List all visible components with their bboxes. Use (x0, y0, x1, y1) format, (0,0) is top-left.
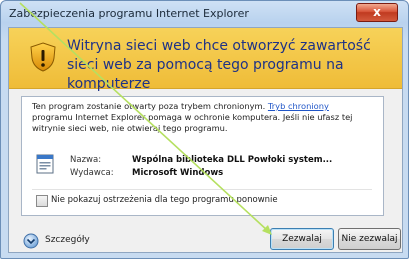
dont-show-again-label[interactable]: Nie pokazuj ostrzeżenia dla tego program… (51, 195, 278, 205)
program-info-panel: Ten program zostanie otwarty poza trybem… (21, 96, 384, 216)
security-dialog: Zabezpieczenia programu Internet Explore… (0, 0, 409, 259)
deny-button[interactable]: Nie zezwalaj (338, 228, 401, 250)
protected-mode-link[interactable]: Tryb chroniony (268, 101, 329, 111)
warning-band: Witryna sieci web chce otworzyć zawartoś… (9, 28, 402, 92)
publisher-value: Microsoft Windows (132, 168, 224, 178)
info-text: Ten program zostanie otwarty poza trybem… (32, 101, 372, 134)
info-text-end: programu Internet Explorer pomaga w ochr… (32, 112, 353, 133)
info-text-start: Ten program zostanie otwarty poza trybem… (32, 101, 268, 111)
divider (32, 189, 372, 190)
close-button[interactable]: x (356, 3, 398, 22)
details-label[interactable]: Szczegóły (45, 235, 90, 245)
publisher-label: Wydawca: (70, 168, 114, 178)
warning-headline: Witryna sieci web chce otworzyć zawartoś… (67, 38, 371, 92)
dont-show-again-checkbox[interactable] (36, 195, 48, 207)
dialog-content: Witryna sieci web chce otworzyć zawartoś… (8, 27, 403, 253)
details-expand-icon[interactable] (23, 233, 39, 249)
program-window-icon (36, 154, 54, 174)
window-title: Zabezpieczenia programu Internet Explore… (9, 7, 249, 20)
name-value: Wspólna biblioteka DLL Powłoki system... (132, 155, 333, 165)
name-label: Nazwa: (70, 155, 102, 165)
allow-button[interactable]: Zezwalaj (270, 228, 334, 250)
title-bar[interactable]: Zabezpieczenia programu Internet Explore… (1, 1, 408, 27)
warning-shield-icon (30, 42, 56, 72)
